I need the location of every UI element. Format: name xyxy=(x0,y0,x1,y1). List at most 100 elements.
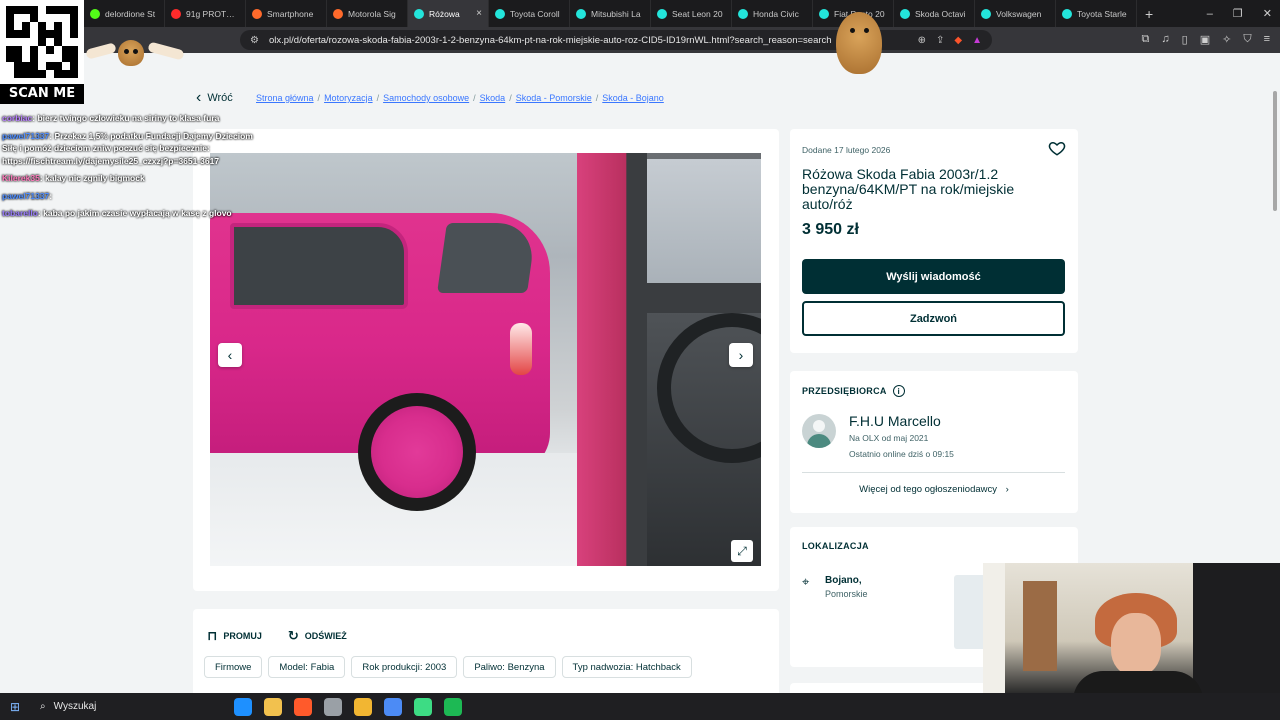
heart-icon[interactable] xyxy=(1048,139,1066,157)
promote-button[interactable]: ⊓ PROMUJ xyxy=(207,628,262,644)
browser-tab-bar: delordione St 91g PROTEIN Smartphone Motoro… xyxy=(0,0,1280,27)
windows-taskbar: ⊞ ⌕ Wyszukaj xyxy=(0,693,1280,720)
gallery-card: ‹ › ⤢ xyxy=(193,129,779,591)
browser-tab[interactable]: Toyota Coroll xyxy=(489,0,570,27)
breadcrumb-item[interactable]: Strona główna xyxy=(256,93,314,103)
breadcrumb-item[interactable]: Motoryzacja xyxy=(324,93,373,103)
browser-tab[interactable]: Smartphone xyxy=(246,0,327,27)
param-chip: Firmowe xyxy=(204,656,263,678)
browser-tab[interactable]: Honda Civic xyxy=(732,0,813,27)
site-info-icon[interactable]: ⚙ xyxy=(250,35,259,46)
taskbar-app-icon[interactable] xyxy=(384,697,402,716)
hamster-standing-icon xyxy=(836,12,882,74)
tab-title: Mitsubishi La xyxy=(591,8,641,19)
brave-shield-icon[interactable]: ◆ xyxy=(954,35,962,46)
taskbar-app-icon[interactable] xyxy=(234,697,252,716)
taskbar-app-icon[interactable] xyxy=(444,697,462,716)
taskbar-app-icon[interactable] xyxy=(354,697,372,716)
info-icon[interactable]: i xyxy=(892,385,905,397)
leo-icon[interactable]: ✧ xyxy=(1222,33,1231,46)
close-window-button[interactable]: ✕ xyxy=(1263,7,1272,20)
browser-tab[interactable]: Seat Leon 20 xyxy=(651,0,732,27)
tab-title: Honda Civic xyxy=(753,8,799,19)
sidebar-icon[interactable]: ▯ xyxy=(1182,33,1188,46)
extensions-icon[interactable]: ⧉ xyxy=(1142,33,1150,46)
send-message-button[interactable]: Wyślij wiadomość xyxy=(802,259,1065,294)
tab-title: delordione St xyxy=(105,8,156,19)
chat-username: Kilerek35 xyxy=(2,173,40,183)
wallet-icon[interactable]: ▣ xyxy=(1200,33,1210,46)
param-chip: Paliwo: Benzyna xyxy=(463,656,556,678)
tab-favicon-icon xyxy=(981,8,991,19)
gallery-prev-button[interactable]: ‹ xyxy=(218,343,242,367)
tab-favicon-icon xyxy=(414,8,424,19)
refresh-button[interactable]: ↻ ODŚWIEŻ xyxy=(288,628,347,644)
param-chip: Rok produkcji: 2003 xyxy=(351,656,458,678)
webcam-overlay xyxy=(983,563,1280,693)
seller-since: Na OLX od maj 2021 xyxy=(849,433,929,443)
taskbar-app-icon[interactable] xyxy=(294,697,312,716)
call-button[interactable]: Zadzwoń xyxy=(802,301,1065,336)
tab-title: Seat Leon 20 xyxy=(672,8,723,19)
maximize-button[interactable]: ❐ xyxy=(1233,7,1243,20)
breadcrumb-item[interactable]: Samochody osobowe xyxy=(383,93,469,103)
browser-tab[interactable]: Volkswagen xyxy=(975,0,1056,27)
close-tab-icon[interactable]: × xyxy=(476,8,482,19)
taskbar-app-icon[interactable] xyxy=(414,697,432,716)
tab-title: Motorola Sig xyxy=(348,8,396,19)
breadcrumb-item[interactable]: Skoda xyxy=(480,93,506,103)
fullscreen-button[interactable]: ⤢ xyxy=(731,540,753,562)
share-icon[interactable]: ⇪ xyxy=(936,35,944,46)
bookmark-icon: ⊓ xyxy=(207,628,218,643)
seller-name[interactable]: F.H.U Marcello xyxy=(849,413,941,429)
tab-favicon-icon xyxy=(576,8,586,19)
chat-message: corbiac: bierz twingo czlowieku na sirin… xyxy=(2,113,220,123)
tab-title: Skoda Octavi xyxy=(915,8,966,19)
expand-icon: ⤢ xyxy=(737,543,747,558)
browser-tab[interactable]: Motorola Sig xyxy=(327,0,408,27)
tab-title: 91g PROTEIN xyxy=(186,8,239,19)
breadcrumb-item[interactable]: Skoda - Bojano xyxy=(602,93,664,103)
chat-message: pawel71337: Przekaz 1,5% podatku Fundacj… xyxy=(2,130,253,166)
browser-tab[interactable]: Różowa × xyxy=(408,0,489,27)
more-from-seller-link[interactable]: Więcej od tego ogłoszeniodawcy › xyxy=(790,484,1078,495)
taskbar-search[interactable]: ⌕ Wyszukaj xyxy=(30,693,220,720)
browser-tab[interactable]: delordione St xyxy=(84,0,165,27)
vpn-icon[interactable]: ⛉ xyxy=(1243,33,1251,46)
chat-username: corbiac xyxy=(2,113,33,123)
window-controls: – ❐ ✕ xyxy=(1207,0,1272,27)
address-bar: ☐ ⚙ olx.pl/d/oferta/rozowa-skoda-fabia-2… xyxy=(0,27,1280,53)
browser-tab[interactable]: Toyota Starle xyxy=(1056,0,1137,27)
scroll-thumb[interactable] xyxy=(1273,91,1277,211)
music-icon[interactable]: ♫ xyxy=(1161,33,1169,46)
browser-tab[interactable]: 91g PROTEIN xyxy=(165,0,246,27)
back-label: Wróć xyxy=(207,92,233,104)
taskbar-app-icon[interactable] xyxy=(324,697,342,716)
taskbar-app-icon[interactable] xyxy=(264,697,282,716)
photo-gallery[interactable]: ‹ › ⤢ xyxy=(210,153,761,566)
chat-message: pawel71337: xyxy=(2,190,53,201)
menu-icon[interactable]: ≡ xyxy=(1264,33,1270,46)
back-link[interactable]: ‹ Wróć xyxy=(196,89,233,107)
tab-favicon-icon xyxy=(657,8,667,19)
windows-start-icon[interactable]: ⊞ xyxy=(0,693,30,720)
chevron-left-icon: ‹ xyxy=(227,347,233,363)
brave-rewards-icon[interactable]: ▲ xyxy=(972,35,982,46)
new-tab-button[interactable]: + xyxy=(1145,6,1153,22)
url-text[interactable]: olx.pl/d/oferta/rozowa-skoda-fabia-2003r… xyxy=(269,35,908,46)
zoom-icon[interactable]: ⊕ xyxy=(918,35,926,46)
gallery-next-button[interactable]: › xyxy=(729,343,753,367)
taskbar-search-label: Wyszukaj xyxy=(53,701,97,712)
chat-username: pawel71337 xyxy=(2,190,50,201)
tab-favicon-icon xyxy=(90,8,100,19)
tab-favicon-icon xyxy=(1062,8,1072,19)
scan-me-label: SCAN ME xyxy=(0,84,84,104)
params-card: ⊓ PROMUJ ↻ ODŚWIEŻ Firmowe Model: Fabia Ro… xyxy=(193,609,779,693)
tab-favicon-icon xyxy=(495,8,505,19)
tab-favicon-icon xyxy=(900,8,910,19)
minimize-button[interactable]: – xyxy=(1207,8,1213,20)
seller-last-online: Ostatnio online dziś o 09:15 xyxy=(849,449,954,459)
browser-tab[interactable]: Mitsubishi La xyxy=(570,0,651,27)
browser-tab[interactable]: Skoda Octavi xyxy=(894,0,975,27)
breadcrumb-item[interactable]: Skoda - Pomorskie xyxy=(516,93,592,103)
